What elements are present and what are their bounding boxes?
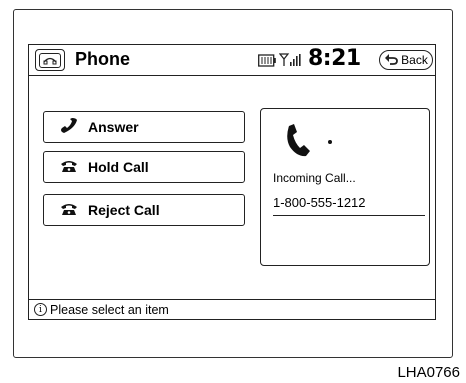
answer-button[interactable]: Answer <box>43 111 245 143</box>
caller-number: 1-800-555-1212 <box>273 195 366 210</box>
reject-call-button[interactable]: Reject Call <box>43 194 245 226</box>
status-icons <box>258 53 301 72</box>
phone-screen: Phone 8:21 Back Answer Hold Call Reject … <box>28 44 436 320</box>
phone-icon <box>35 49 65 71</box>
answer-button-label: Answer <box>88 119 139 135</box>
ring-indicator-dot <box>328 140 332 144</box>
info-icon: i <box>34 303 47 316</box>
header-bar: Phone 8:21 Back <box>29 45 435 76</box>
battery-icon <box>258 53 276 72</box>
back-button-label: Back <box>401 53 428 67</box>
handset-icon <box>60 117 78 137</box>
incoming-call-panel: Incoming Call... 1-800-555-1212 <box>260 108 430 266</box>
footer-bar: i Please select an item <box>29 299 435 319</box>
footer-message: Please select an item <box>50 302 169 317</box>
call-status: Incoming Call... <box>273 171 356 185</box>
divider <box>273 215 425 216</box>
figure-code: LHA0766 <box>397 364 460 381</box>
back-button[interactable]: Back <box>379 50 433 70</box>
hold-call-button[interactable]: Hold Call <box>43 151 245 183</box>
desk-phone-icon <box>60 202 78 219</box>
reject-call-button-label: Reject Call <box>88 202 160 218</box>
desk-phone-icon <box>60 159 78 176</box>
signal-icon <box>278 53 301 72</box>
back-arrow-icon <box>384 53 399 68</box>
clock: 8:21 <box>308 46 361 71</box>
hold-call-button-label: Hold Call <box>88 159 149 175</box>
ringing-phone-icon <box>283 123 313 164</box>
page-title: Phone <box>75 49 131 69</box>
